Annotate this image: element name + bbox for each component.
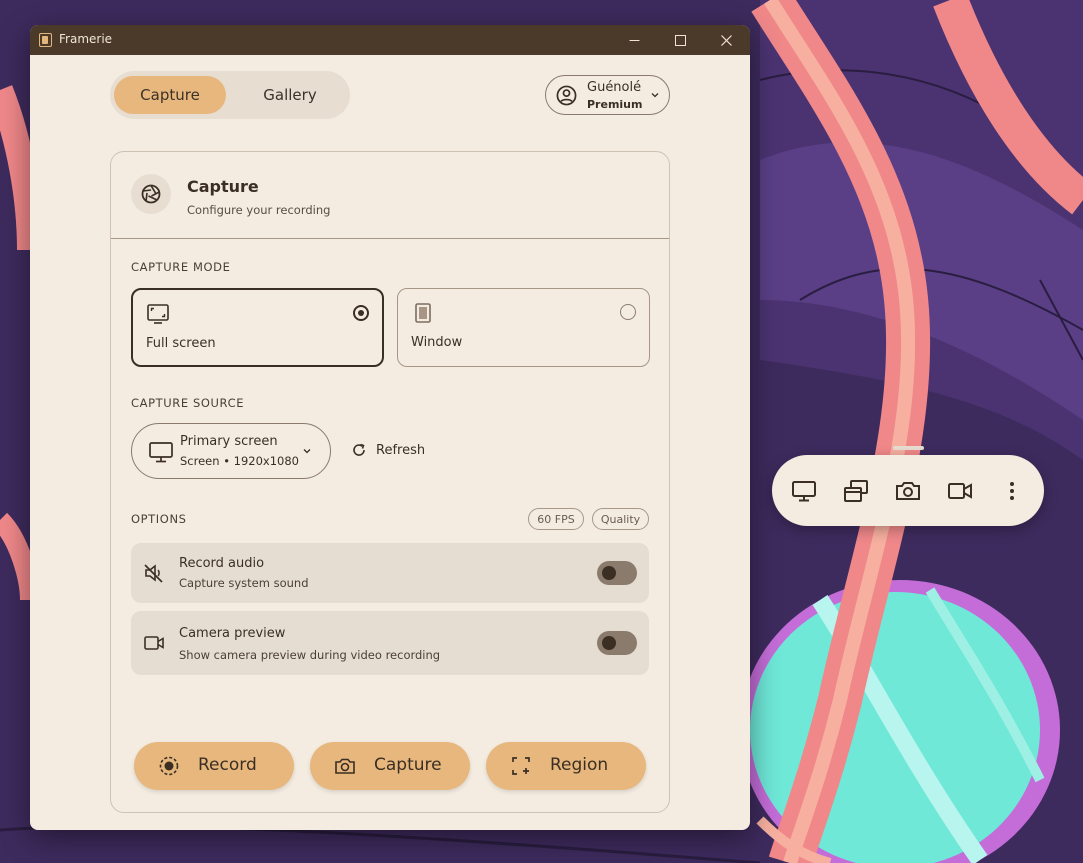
title-bar[interactable]: Framerie bbox=[30, 25, 750, 55]
video-camera-icon bbox=[144, 636, 164, 650]
tab-gallery[interactable]: Gallery bbox=[234, 76, 346, 114]
camera-icon bbox=[335, 758, 355, 774]
window-title: Framerie bbox=[59, 32, 113, 46]
record-icon bbox=[159, 756, 179, 776]
account-name: Guénolé bbox=[587, 80, 642, 95]
capture-card: Capture Configure your recording CAPTURE… bbox=[110, 151, 670, 813]
floating-screenshot-button[interactable] bbox=[895, 478, 921, 504]
region-label: Region bbox=[550, 755, 609, 775]
maximize-icon bbox=[674, 34, 686, 46]
card-header: Capture Configure your recording bbox=[111, 152, 669, 239]
account-circle-icon bbox=[556, 85, 577, 106]
minimize-button[interactable] bbox=[611, 25, 657, 55]
option-record-audio: Record audio Capture system sound bbox=[131, 543, 649, 603]
close-button[interactable] bbox=[703, 25, 749, 55]
windows-icon bbox=[844, 480, 868, 502]
chevron-down-icon bbox=[303, 449, 311, 454]
option-camera-preview: Camera preview Show camera preview durin… bbox=[131, 611, 649, 675]
option-subtitle: Show camera preview during video recordi… bbox=[179, 648, 441, 662]
floating-window-button[interactable] bbox=[843, 478, 869, 504]
account-menu-button[interactable]: Guénolé Premium bbox=[545, 75, 670, 115]
camera-icon bbox=[896, 482, 920, 500]
option-title: Camera preview bbox=[179, 626, 286, 641]
speaker-muted-icon bbox=[144, 564, 163, 583]
capture-label: Capture bbox=[374, 755, 442, 775]
window-icon bbox=[415, 303, 431, 323]
record-audio-toggle[interactable] bbox=[597, 561, 637, 585]
camera-preview-toggle[interactable] bbox=[597, 631, 637, 655]
capture-source-label: CAPTURE SOURCE bbox=[131, 396, 245, 410]
floating-record-button[interactable] bbox=[947, 478, 973, 504]
chevron-down-icon bbox=[651, 93, 659, 98]
mode-window[interactable]: Window bbox=[397, 288, 650, 367]
options-label: OPTIONS bbox=[131, 512, 187, 526]
floating-toolbar bbox=[772, 455, 1044, 526]
card-subtitle: Configure your recording bbox=[187, 203, 331, 217]
video-icon bbox=[948, 483, 972, 499]
minimize-icon bbox=[629, 39, 639, 41]
fullscreen-monitor-icon bbox=[147, 304, 169, 324]
radio-window[interactable] bbox=[620, 304, 636, 320]
refresh-icon bbox=[353, 443, 365, 456]
floating-more-button[interactable] bbox=[999, 478, 1025, 504]
option-title: Record audio bbox=[179, 556, 265, 571]
mode-window-label: Window bbox=[411, 335, 463, 350]
mode-full-screen[interactable]: Full screen bbox=[131, 288, 384, 367]
source-name: Primary screen bbox=[180, 434, 278, 449]
quality-chip[interactable]: Quality bbox=[592, 508, 649, 530]
account-plan: Premium bbox=[587, 98, 643, 111]
record-button[interactable]: Record bbox=[134, 742, 294, 790]
view-switcher: Capture Gallery bbox=[110, 71, 350, 119]
option-subtitle: Capture system sound bbox=[179, 576, 309, 590]
refresh-label: Refresh bbox=[376, 442, 426, 458]
record-label: Record bbox=[198, 755, 257, 775]
fps-chip[interactable]: 60 FPS bbox=[528, 508, 584, 530]
app-window: Framerie Capture Gallery Guénolé Premium bbox=[30, 25, 750, 830]
mode-full-screen-label: Full screen bbox=[146, 336, 216, 351]
monitor-icon bbox=[792, 481, 816, 502]
capture-button[interactable]: Capture bbox=[310, 742, 470, 790]
capture-mode-label: CAPTURE MODE bbox=[131, 260, 231, 274]
source-detail: Screen • 1920x1080 bbox=[180, 454, 299, 468]
maximize-button[interactable] bbox=[657, 25, 703, 55]
close-icon bbox=[720, 34, 732, 46]
radio-full-screen[interactable] bbox=[353, 305, 369, 321]
card-title: Capture bbox=[187, 177, 259, 196]
floating-fullscreen-button[interactable] bbox=[791, 478, 817, 504]
region-select-icon bbox=[512, 757, 530, 775]
more-vertical-icon bbox=[1010, 482, 1014, 500]
monitor-icon bbox=[149, 442, 173, 463]
aperture-icon bbox=[131, 174, 171, 214]
region-button[interactable]: Region bbox=[486, 742, 646, 790]
app-logo-icon bbox=[39, 33, 52, 47]
floating-toolbar-drag-handle[interactable] bbox=[893, 446, 924, 450]
capture-source-select[interactable]: Primary screen Screen • 1920x1080 bbox=[131, 423, 331, 479]
refresh-button[interactable]: Refresh bbox=[351, 439, 425, 461]
tab-capture[interactable]: Capture bbox=[114, 76, 226, 114]
